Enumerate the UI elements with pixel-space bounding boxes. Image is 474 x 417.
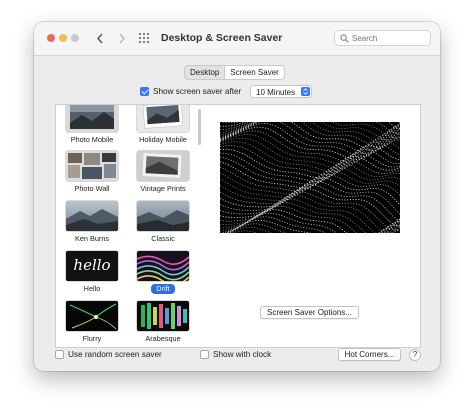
- saver-label: Photo Wall: [74, 184, 110, 193]
- tab-control: Desktop Screen Saver: [184, 65, 285, 80]
- holiday-mobile-thumbnail: [137, 105, 189, 132]
- magnifier-icon: [340, 34, 349, 43]
- vintage-prints-thumbnail: [137, 151, 189, 181]
- saver-label: Flurry: [82, 334, 102, 343]
- random-screen-saver-checkbox[interactable]: [55, 350, 64, 359]
- screen-saver-list[interactable]: Photo Mobile Holiday Mobile Photo Wall V…: [55, 104, 203, 348]
- grid-icon[interactable]: [139, 33, 150, 44]
- show-with-clock-label: Show with clock: [213, 350, 272, 359]
- ken-burns-thumbnail: [66, 201, 118, 231]
- saver-label-selected: Drift: [151, 284, 175, 294]
- saver-hello[interactable]: hello Hello: [61, 251, 123, 294]
- saver-drift[interactable]: Drift: [132, 251, 194, 294]
- tab-desktop[interactable]: Desktop: [185, 66, 224, 79]
- preview-pane: Screen Saver Options...: [201, 104, 421, 348]
- title-bar: Desktop & Screen Saver: [34, 22, 440, 56]
- arabesque-thumbnail: [137, 301, 189, 331]
- preferences-window: Desktop & Screen Saver Desktop Screen Sa…: [34, 22, 440, 371]
- saver-arabesque[interactable]: Arabesque: [132, 301, 194, 344]
- saver-label: Ken Burns: [74, 234, 110, 243]
- flurry-thumbnail: [66, 301, 118, 331]
- drift-preview-image: [220, 122, 400, 233]
- minimize-button[interactable]: [59, 34, 67, 42]
- photo-wall-thumbnail: [66, 151, 118, 181]
- updown-chevron-icon: [301, 87, 310, 96]
- saver-photo-wall[interactable]: Photo Wall: [61, 151, 123, 194]
- delay-select[interactable]: 10 Minutes: [250, 85, 312, 98]
- show-with-clock-checkbox[interactable]: [200, 350, 209, 359]
- drift-thumbnail: [137, 251, 189, 281]
- classic-thumbnail: [137, 201, 189, 231]
- saver-photo-mobile[interactable]: Photo Mobile: [61, 105, 123, 145]
- saver-label: Holiday Mobile: [139, 135, 187, 144]
- saver-classic[interactable]: Classic: [132, 201, 194, 244]
- random-screen-saver-label: Use random screen saver: [68, 350, 162, 359]
- show-screen-saver-label: Show screen saver after: [153, 87, 242, 96]
- screen-saver-options-button[interactable]: Screen Saver Options...: [260, 306, 359, 319]
- window-title: Desktop & Screen Saver: [161, 32, 283, 44]
- saver-vintage-prints[interactable]: Vintage Prints: [132, 151, 194, 194]
- delay-value: 10 Minutes: [256, 87, 296, 97]
- search-field[interactable]: [334, 30, 431, 46]
- saver-label: Classic: [151, 234, 175, 243]
- saver-label: Hello: [83, 284, 101, 293]
- zoom-button[interactable]: [71, 34, 79, 42]
- help-button[interactable]: ?: [409, 349, 421, 361]
- saver-label: Vintage Prints: [140, 184, 186, 193]
- search-input[interactable]: [352, 32, 428, 44]
- saver-label: Arabesque: [145, 334, 181, 343]
- saver-ken-burns[interactable]: Ken Burns: [61, 201, 123, 244]
- show-screen-saver-checkbox[interactable]: [140, 87, 149, 96]
- close-button[interactable]: [47, 34, 55, 42]
- chevron-right-icon[interactable]: [118, 33, 126, 44]
- saver-holiday-mobile[interactable]: Holiday Mobile: [132, 105, 194, 145]
- hello-thumb-text: hello: [73, 256, 111, 274]
- saver-flurry[interactable]: Flurry: [61, 301, 123, 344]
- hot-corners-button[interactable]: Hot Corners...: [338, 348, 401, 361]
- hello-thumbnail: hello: [66, 251, 118, 281]
- chevron-left-icon[interactable]: [96, 33, 104, 44]
- saver-label: Photo Mobile: [70, 135, 114, 144]
- tab-screen-saver[interactable]: Screen Saver: [224, 66, 284, 79]
- photo-mobile-thumbnail: [66, 105, 118, 132]
- screen-saver-preview: [220, 122, 400, 233]
